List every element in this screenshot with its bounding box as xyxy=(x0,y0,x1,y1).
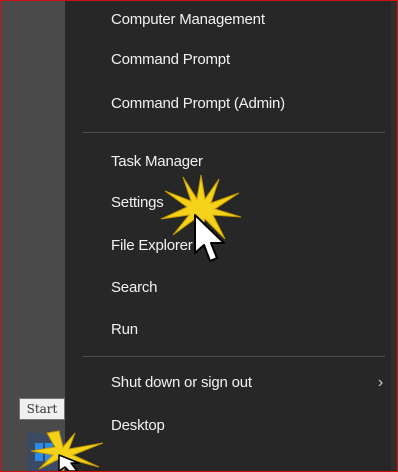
menu-item-file-explorer[interactable]: File Explorer xyxy=(65,227,391,265)
menu-divider xyxy=(83,356,385,357)
menu-item-shut-down-or-sign-out[interactable]: Shut down or sign out › xyxy=(65,364,391,402)
menu-item-command-prompt[interactable]: Command Prompt xyxy=(65,41,391,79)
windows-logo-icon xyxy=(35,443,53,461)
menu-item-label: Shut down or sign out xyxy=(111,374,252,391)
menu-item-run[interactable]: Run xyxy=(65,311,391,349)
menu-divider xyxy=(83,132,385,133)
menu-item-computer-management[interactable]: Computer Management xyxy=(65,1,391,39)
menu-item-command-prompt-admin[interactable]: Command Prompt (Admin) xyxy=(65,85,391,123)
screenshot-frame: Computer Management Command Prompt Comma… xyxy=(0,0,398,472)
menu-item-settings[interactable]: Settings xyxy=(65,184,391,222)
start-tooltip: Start xyxy=(19,398,65,420)
winx-context-menu: Computer Management Command Prompt Comma… xyxy=(65,1,391,471)
menu-item-desktop[interactable]: Desktop xyxy=(65,407,391,445)
menu-item-task-manager[interactable]: Task Manager xyxy=(65,143,391,181)
menu-item-search[interactable]: Search xyxy=(65,269,391,307)
start-button[interactable] xyxy=(27,433,63,471)
chevron-right-icon: › xyxy=(377,374,383,391)
